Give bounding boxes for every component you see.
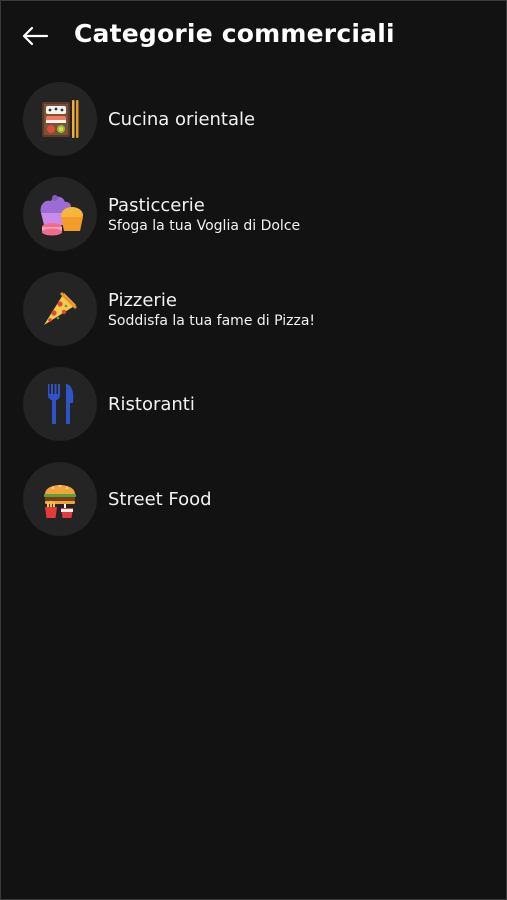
- category-item-pizzerie[interactable]: Pizzerie Soddisfa la tua fame di Pizza!: [1, 262, 506, 357]
- item-text: Pizzerie Soddisfa la tua fame di Pizza!: [108, 262, 496, 357]
- pizza-slice-icon: [44, 292, 77, 325]
- category-item-ristoranti[interactable]: Ristoranti: [1, 357, 506, 452]
- category-item-cucina-orientale[interactable]: Cucina orientale: [1, 72, 506, 167]
- category-title: Pizzerie: [108, 289, 177, 311]
- avatar: [23, 177, 97, 251]
- avatar: [23, 367, 97, 441]
- category-title: Pasticcerie: [108, 194, 205, 216]
- category-title: Ristoranti: [108, 393, 195, 415]
- item-text: Pasticcerie Sfoga la tua Voglia di Dolce: [108, 167, 496, 262]
- category-list: Cucina orientale Pasticcerie Sfoga la tu…: [1, 72, 506, 547]
- avatar: [23, 462, 97, 536]
- category-title: Street Food: [108, 488, 212, 510]
- item-text: Street Food: [108, 452, 496, 547]
- cupcake-icon: [40, 195, 83, 236]
- item-text: Cucina orientale: [108, 72, 496, 167]
- avatar: [23, 82, 97, 156]
- category-subtitle: Soddisfa la tua fame di Pizza!: [108, 312, 316, 329]
- category-item-street-food[interactable]: Street Food: [1, 452, 506, 547]
- arrow-left-icon: [22, 26, 49, 46]
- app-bar: Categorie commerciali: [1, 1, 506, 73]
- burger-fries-icon: [44, 485, 76, 518]
- category-title: Cucina orientale: [108, 108, 256, 130]
- item-text: Ristoranti: [108, 357, 496, 452]
- page-title: Categorie commerciali: [74, 19, 395, 48]
- screen: Categorie commerciali Cucina orientale P…: [0, 0, 507, 900]
- category-subtitle: Sfoga la tua Voglia di Dolce: [108, 217, 301, 234]
- category-item-pasticcerie[interactable]: Pasticcerie Sfoga la tua Voglia di Dolce: [1, 167, 506, 262]
- fork-knife-icon: [48, 384, 74, 424]
- avatar: [23, 272, 97, 346]
- sushi-icon: [42, 100, 79, 138]
- back-button[interactable]: [18, 21, 52, 51]
